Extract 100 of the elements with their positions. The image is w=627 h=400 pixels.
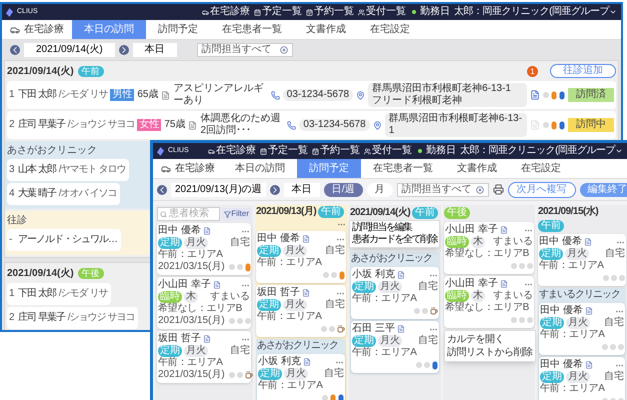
page-title: 在宅診療 — [175, 162, 215, 176]
visit-place: すまいる — [493, 290, 533, 302]
visit-preference: 午前：エリアA — [352, 347, 418, 359]
search-field[interactable]: 患者検索 — [157, 207, 220, 221]
document-icon — [212, 281, 221, 289]
location-pin-icon — [372, 120, 382, 130]
visit-place: 自宅 — [230, 237, 250, 249]
visit-place: 自宅 — [230, 345, 250, 357]
schedule-tag: 月火 — [378, 281, 402, 293]
next-day-button[interactable] — [118, 45, 129, 55]
patient-card[interactable]: 田中 優希 定期 月火 自宅 午前：エリアA — [538, 234, 626, 286]
search-input[interactable]: 患者検索 — [169, 208, 218, 220]
patient-card[interactable]: 石田 三平 定期 月火 自宅 午前：エリアA — [351, 321, 439, 373]
schedule-tag: 月火 — [184, 345, 208, 357]
print-button[interactable] — [492, 184, 504, 195]
tab[interactable]: 文書作成 — [294, 20, 358, 39]
patient-name: 庄司 早葉子 — [18, 119, 65, 131]
group-title: あさがおクリニック — [351, 253, 433, 265]
top-nav-item[interactable]: 受付一覧 — [356, 6, 408, 18]
visit-place: すまいる — [493, 236, 533, 248]
record-icon[interactable] — [530, 90, 540, 100]
document-icon — [302, 235, 310, 243]
menu-item[interactable]: カルテを開く — [447, 333, 532, 346]
clear-icon — [280, 46, 288, 54]
patient-card[interactable]: 坂田 哲子 定期 月火 自宅 午前：エリアA 2021/03/15(月) — [157, 331, 251, 383]
document-icon — [302, 289, 310, 297]
document-icon — [396, 271, 405, 279]
patient-row[interactable]: 2 庄司 早葉子 /ショウジ サヨコ — [7, 307, 138, 329]
top-nav-item[interactable]: 受付一覧 — [362, 145, 414, 157]
today-button[interactable]: 本日 — [284, 182, 320, 196]
patient-row[interactable]: 1 下田 太郎 /シモダ リサ — [7, 283, 112, 305]
filter-value: 訪問担当すべて — [202, 44, 272, 56]
top-nav-item[interactable]: 在宅診療 — [200, 6, 252, 18]
visit-place: 自宅 — [604, 317, 624, 329]
top-nav-item[interactable]: 予定一覧 — [258, 145, 310, 157]
patient-card[interactable]: 坂田 哲子 定期 月火 自宅 午前：エリアA — [256, 285, 346, 337]
filter-button[interactable]: Filter — [222, 208, 251, 220]
patient-card[interactable]: 小坂 利克 定期 月火 自宅 午前：エリアA — [351, 267, 439, 319]
patient-card[interactable]: 小山田 幸子 臨時 木 すまいる 希望なし：エリアB 2021/03/15(月) — [157, 277, 251, 329]
visit-place: 自宅 — [325, 245, 345, 257]
visit-status-button[interactable]: 訪問済 — [568, 88, 614, 102]
previous-day-button[interactable] — [10, 45, 20, 55]
schedule-tag: 臨時 — [445, 236, 469, 248]
patient-age: 75歳 — [164, 119, 186, 131]
period-tag: 午前 — [318, 206, 344, 218]
tab[interactable]: 在宅設定 — [358, 20, 422, 39]
location-pin-icon — [356, 90, 366, 100]
patient-row[interactable]: 1 下田 太郎 /シモダ リサ 男性 65歳 アスピリンアレルギーあり 03-1234-5678 群馬県沼田市利根町老神6-13-1 フリード利根町老神 訪問済 — [7, 81, 616, 109]
patient-card[interactable]: 小坂 利克 定期 月火 自宅 午前：エリアA — [257, 354, 345, 400]
schedule-tag: 定期 — [352, 281, 376, 293]
tab[interactable]: 訪問予定 — [146, 20, 210, 39]
patient-card[interactable]: 田中 優希 定期 月火 自宅 午前：エリアA — [539, 303, 625, 355]
patient-row[interactable]: - アーノルド・シュワル… — [7, 229, 121, 251]
patient-row[interactable]: 4 大葉 晴子 /オオバ イソコ — [7, 183, 120, 205]
car-icon — [10, 24, 20, 34]
today-button[interactable]: 本日 — [132, 43, 177, 57]
patient-card[interactable]: 田中 優希 定期 月火 自宅 午前：エリアA — [539, 357, 625, 400]
logo-icon — [157, 146, 164, 156]
document-icon — [500, 280, 508, 288]
view-toggle[interactable]: 日/週 — [324, 182, 362, 196]
top-nav-item[interactable]: 予約一覧 — [310, 145, 362, 157]
view-toggle[interactable]: 月 — [366, 182, 392, 196]
visit-preference: 午前：エリアA — [539, 260, 605, 272]
tab[interactable]: 在宅患者一覧 — [361, 159, 445, 178]
phone-number: 03-1234-5678 — [282, 89, 354, 101]
schedule-tag: 木 — [471, 236, 485, 248]
tab[interactable]: 本日の訪問 — [223, 159, 297, 178]
next-week-button[interactable] — [270, 184, 280, 194]
patient-row[interactable]: 3 山本 太郎 /ヤマモト タロウ — [7, 159, 130, 181]
menu-item[interactable]: 訪問リストから削除 — [447, 346, 532, 359]
visit-status-button[interactable]: 訪問中 — [568, 118, 614, 132]
user-menu[interactable]: 太郎：岡亜クリニック(岡亜グループ — [454, 6, 617, 18]
date-field[interactable]: 2021/09/14(火) — [24, 43, 115, 57]
top-nav-item[interactable]: 在宅診療 — [206, 145, 258, 157]
tab[interactable]: 在宅設定 — [509, 159, 573, 178]
top-nav-item[interactable]: 予定一覧 — [252, 6, 304, 18]
menu-item[interactable]: 訪問担当を編集 — [352, 222, 437, 234]
patient-row[interactable]: 2 庄司 早葉子 /ショウジ サヨコ 女性 75歳 体調悪化のため週2回訪問･･･ 03-1234-5678 群馬県沼田市利根町老神6-13-1 訪問中 — [7, 111, 616, 139]
patient-card[interactable]: 田中 優希 定期 月火 自宅 午前：エリアA — [256, 231, 346, 283]
week-field[interactable]: 2021/09/13(月)の週 — [171, 182, 266, 196]
schedule-tag: 月火 — [566, 317, 590, 329]
filter-value: 訪問担当すべて — [402, 184, 472, 196]
user-menu[interactable]: 太郎：岡亜クリニック(岡亜グループ — [460, 145, 623, 157]
car-icon — [161, 164, 171, 174]
patient-card[interactable]: 小山田 幸子 臨時 木 すまいる 希望なし：エリアB — [444, 222, 534, 274]
staff-filter[interactable]: 訪問担当すべて — [396, 182, 488, 196]
menu-item[interactable]: 患者カードを全て削除 — [352, 234, 437, 246]
address: 群馬県沼田市利根町老神6-13-1 — [384, 113, 527, 137]
patient-card[interactable]: 田中 優希 定期 月火 自宅 午前：エリアA 2021/03/15(月) — [157, 223, 251, 275]
document-icon — [302, 358, 311, 366]
visit-preference: 午前：エリアA — [258, 380, 324, 392]
previous-week-button[interactable] — [157, 184, 167, 194]
top-nav-item[interactable]: 予約一覧 — [304, 6, 356, 18]
document-icon — [500, 226, 508, 234]
staff-filter[interactable]: 訪問担当すべて — [196, 43, 293, 57]
patient-name: 田中 優希 — [539, 236, 582, 248]
tab[interactable]: 在宅患者一覧 — [210, 20, 294, 39]
column-date: 2021/09/14(火) — [350, 207, 410, 219]
tab[interactable]: 文書作成 — [445, 159, 509, 178]
patient-name: 小坂 利克 — [352, 269, 395, 280]
